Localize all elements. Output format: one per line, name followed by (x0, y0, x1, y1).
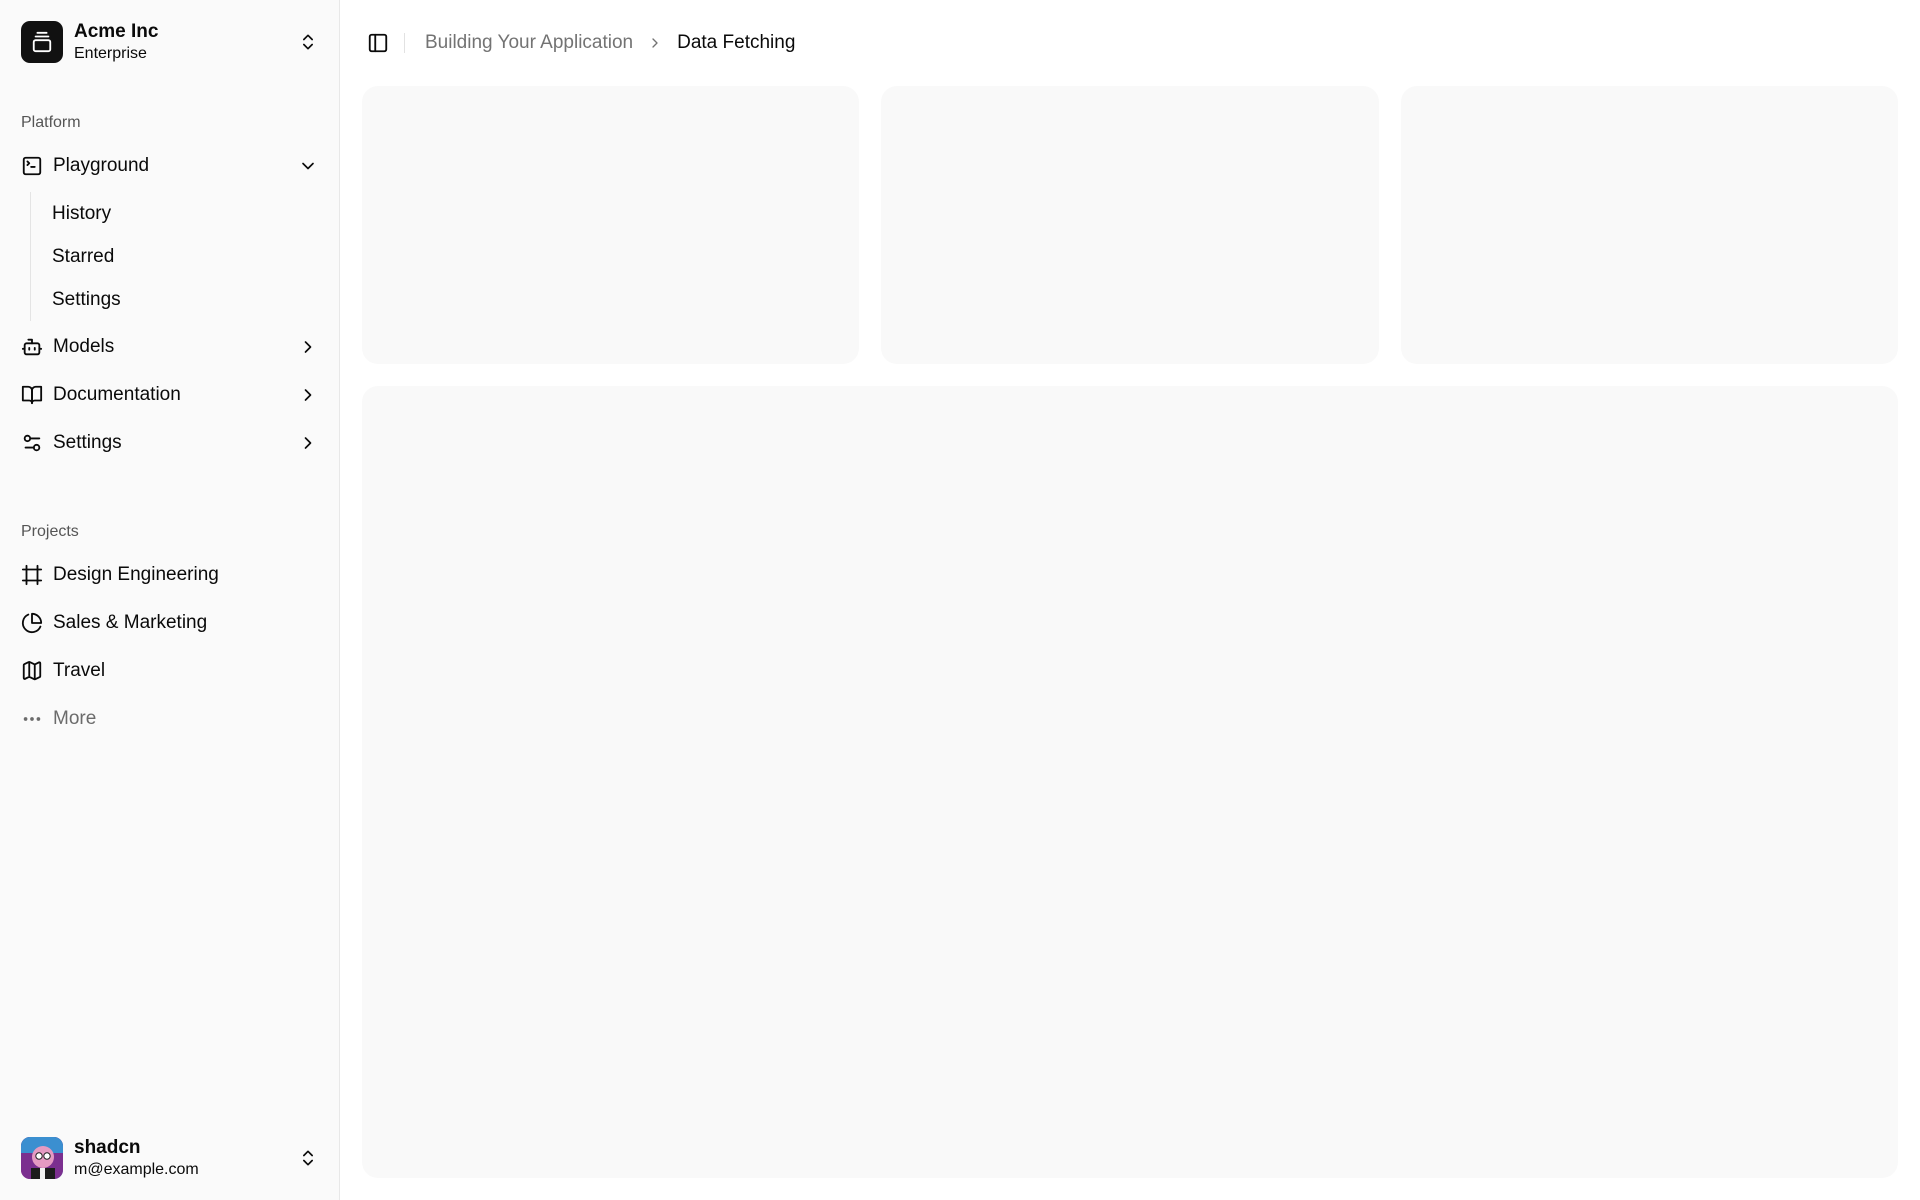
chevron-down-icon (302, 162, 314, 170)
sidebar-item-models[interactable]: Models (10, 325, 329, 369)
book-open-icon (21, 385, 43, 405)
project-design-engineering[interactable]: Design Engineering (10, 553, 329, 597)
top-header: Building Your Application Data Fetching (340, 0, 1920, 86)
project-label: More (53, 708, 97, 729)
sidebar: Acme Inc Enterprise Platform Playground … (0, 0, 340, 1200)
platform-group-label: Platform (21, 114, 81, 131)
chevron-right-icon (304, 389, 312, 401)
bot-icon (21, 338, 43, 356)
sidebar-item-label: Models (53, 336, 115, 357)
chevrons-up-down-icon (303, 34, 313, 50)
chevron-right-icon (304, 341, 312, 353)
placeholder-panel (362, 386, 1898, 1178)
gallery-vertical-end-icon (32, 31, 52, 53)
projects-group-label: Projects (21, 523, 79, 540)
user-switcher[interactable]: shadcn m@example.com (10, 1126, 329, 1190)
placeholder-card (1400, 86, 1898, 364)
team-logo (21, 21, 63, 63)
chevron-right-icon (304, 437, 312, 449)
chevrons-up-down-icon (303, 1150, 313, 1166)
avatar (21, 1137, 63, 1179)
team-plan: Enterprise (74, 44, 147, 62)
sidebar-item-label: Documentation (53, 384, 181, 405)
breadcrumb-parent-link[interactable]: Building Your Application (425, 32, 633, 54)
user-name: shadcn (74, 1136, 141, 1158)
chevron-right-icon (652, 38, 658, 48)
subnav-item-history[interactable]: History (43, 192, 329, 235)
project-travel[interactable]: Travel (10, 649, 329, 693)
project-label: Design Engineering (53, 564, 219, 585)
more-horizontal-icon (23, 717, 41, 721)
project-label: Sales & Marketing (53, 612, 208, 633)
sidebar-item-documentation[interactable]: Documentation (10, 373, 329, 417)
sidebar-item-playground[interactable]: Playground (10, 144, 329, 188)
sidebar-item-settings[interactable]: Settings (10, 421, 329, 465)
sidebar-item-label: Playground (53, 155, 150, 176)
user-email: m@example.com (74, 1160, 199, 1178)
header-divider (404, 33, 405, 53)
subnav-item-settings[interactable]: Settings (43, 278, 329, 321)
placeholder-card (881, 86, 1379, 364)
map-icon (22, 661, 42, 681)
settings-sliders-icon (23, 434, 41, 452)
terminal-square-icon (22, 156, 42, 176)
projects-more-button[interactable]: More (10, 697, 329, 741)
placeholder-card (362, 86, 860, 364)
subnav-item-starred[interactable]: Starred (43, 235, 329, 278)
sidebar-toggle-button[interactable] (362, 27, 394, 59)
page-content (340, 86, 1920, 1200)
main-area: Building Your Application Data Fetching (340, 0, 1920, 1200)
avatar-image (21, 1137, 63, 1179)
breadcrumb: Building Your Application Data Fetching (425, 32, 795, 54)
playground-subnav: History Starred Settings (30, 192, 329, 321)
card-row (362, 86, 1898, 364)
team-text: Acme Inc Enterprise (74, 21, 298, 63)
user-text: shadcn m@example.com (74, 1137, 298, 1179)
team-name: Acme Inc (74, 20, 159, 42)
pie-chart-icon (21, 612, 43, 634)
project-label: Travel (53, 660, 106, 681)
team-switcher[interactable]: Acme Inc Enterprise (10, 10, 329, 74)
sidebar-item-label: Settings (53, 432, 122, 453)
project-sales-marketing[interactable]: Sales & Marketing (10, 601, 329, 645)
breadcrumb-current-page: Data Fetching (677, 32, 796, 53)
panel-left-icon (368, 33, 388, 53)
frame-icon (21, 564, 43, 586)
